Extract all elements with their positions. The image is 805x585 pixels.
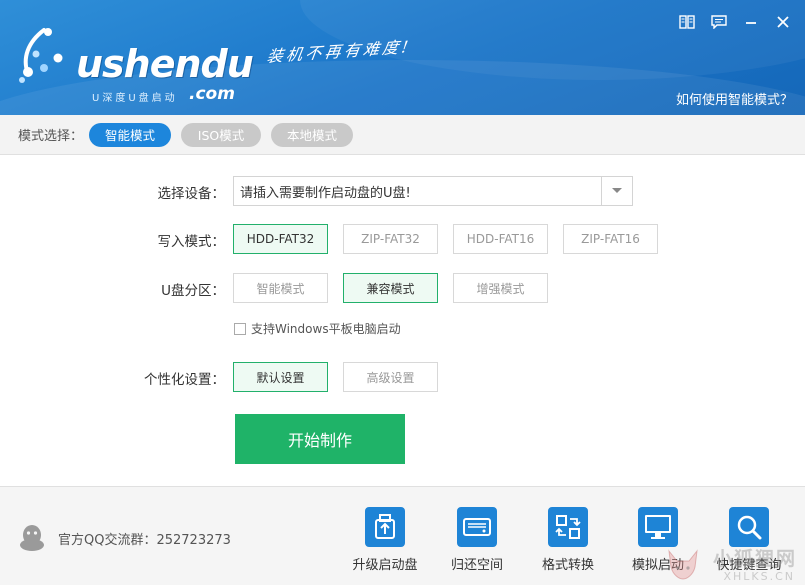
title-bar: ushendu U深度U盘启动 .com 装机不再有难度! 如何使用智能模式？ bbox=[0, 0, 805, 115]
qq-group-info: 官方QQ交流群：252723273 bbox=[18, 523, 231, 553]
tab-iso-mode[interactable]: ISO模式 bbox=[181, 122, 262, 147]
partition-option-smart[interactable]: 智能模式 bbox=[233, 273, 328, 303]
qq-group-label: 官方QQ交流群：252723273 bbox=[58, 532, 231, 548]
device-select[interactable]: 请插入需要制作启动盘的U盘! bbox=[233, 176, 633, 206]
upgrade-boot-disk-button[interactable]: 升级启动盘 bbox=[345, 507, 425, 575]
close-icon bbox=[777, 16, 789, 28]
minimize-button[interactable] bbox=[741, 12, 761, 32]
chat-icon bbox=[711, 15, 727, 29]
write-option-hdd-fat16[interactable]: HDD-FAT16 bbox=[453, 224, 548, 254]
feedback-button[interactable] bbox=[709, 12, 729, 32]
close-button[interactable] bbox=[773, 12, 793, 32]
write-option-zip-fat32[interactable]: ZIP-FAT32 bbox=[343, 224, 438, 254]
write-mode-row: 写入模式： HDD-FAT32 ZIP-FAT32 HDD-FAT16 ZIP-… bbox=[0, 224, 805, 254]
disk-icon bbox=[457, 507, 497, 547]
logo-mark-icon bbox=[19, 28, 63, 83]
upload-icon bbox=[365, 507, 405, 547]
logo-domain: .com bbox=[189, 84, 235, 104]
tablet-support-checkbox-row[interactable]: 支持Windows平板电脑启动 bbox=[234, 320, 401, 337]
chevron-down-icon bbox=[612, 188, 622, 193]
bottom-toolbar: 官方QQ交流群：252723273 升级启动盘 归还空间 格式转换 模拟启动 快… bbox=[0, 486, 805, 585]
format-convert-button[interactable]: 格式转换 bbox=[528, 507, 608, 575]
device-row: 选择设备： 请插入需要制作启动盘的U盘! bbox=[0, 176, 805, 206]
logo-subtitle: U深度U盘启动 bbox=[92, 93, 178, 104]
partition-option-enhanced[interactable]: 增强模式 bbox=[453, 273, 548, 303]
logo: ushendu U深度U盘启动 .com bbox=[14, 24, 254, 104]
minimize-icon bbox=[746, 22, 756, 24]
simulate-boot-label: 模拟启动 bbox=[631, 558, 684, 573]
monitor-icon bbox=[638, 507, 678, 547]
mode-bar: 模式选择： 智能模式 ISO模式 本地模式 bbox=[0, 115, 805, 155]
book-icon bbox=[679, 15, 695, 29]
write-option-zip-fat16[interactable]: ZIP-FAT16 bbox=[563, 224, 658, 254]
personal-option-advanced[interactable]: 高级设置 bbox=[343, 362, 438, 392]
tab-local-mode[interactable]: 本地模式 bbox=[271, 122, 354, 147]
partition-label: U盘分区： bbox=[161, 283, 225, 299]
magnifier-icon bbox=[729, 507, 769, 547]
restore-space-label: 归还空间 bbox=[450, 558, 503, 573]
simulate-boot-button[interactable]: 模拟启动 bbox=[618, 507, 698, 575]
qq-icon bbox=[20, 525, 44, 551]
write-mode-label: 写入模式： bbox=[157, 234, 226, 250]
partition-row: U盘分区： 智能模式 兼容模式 增强模式 bbox=[0, 273, 805, 303]
convert-icon bbox=[548, 507, 588, 547]
personalization-row: 个性化设置： 默认设置 高级设置 bbox=[0, 362, 805, 392]
smart-mode-help-link[interactable]: 如何使用智能模式？ bbox=[676, 89, 793, 108]
upgrade-boot-disk-label: 升级启动盘 bbox=[352, 558, 418, 573]
restore-space-button[interactable]: 归还空间 bbox=[437, 507, 517, 575]
device-label: 选择设备： bbox=[157, 186, 226, 202]
personal-option-default[interactable]: 默认设置 bbox=[233, 362, 328, 392]
tab-smart-mode[interactable]: 智能模式 bbox=[89, 122, 172, 147]
tablet-support-label: 支持Windows平板电脑启动 bbox=[251, 322, 401, 336]
partition-option-compatible[interactable]: 兼容模式 bbox=[343, 273, 438, 303]
write-option-hdd-fat32[interactable]: HDD-FAT32 bbox=[233, 224, 328, 254]
main-panel: 选择设备： 请插入需要制作启动盘的U盘! 写入模式： HDD-FAT32 ZIP… bbox=[0, 156, 805, 486]
hotkey-query-label: 快捷键查询 bbox=[716, 558, 782, 573]
mode-select-label: 模式选择： bbox=[18, 129, 84, 144]
personalization-label: 个性化设置： bbox=[144, 372, 225, 388]
format-convert-label: 格式转换 bbox=[541, 558, 594, 573]
book-button[interactable] bbox=[677, 12, 697, 32]
window-controls bbox=[677, 12, 793, 32]
device-dropdown-button[interactable] bbox=[601, 177, 632, 205]
tablet-support-checkbox[interactable] bbox=[234, 322, 246, 335]
logo-text: ushendu bbox=[76, 42, 254, 86]
start-make-button[interactable]: 开始制作 bbox=[235, 414, 405, 464]
hotkey-query-button[interactable]: 快捷键查询 bbox=[709, 507, 789, 575]
device-select-value: 请插入需要制作启动盘的U盘! bbox=[240, 185, 411, 201]
